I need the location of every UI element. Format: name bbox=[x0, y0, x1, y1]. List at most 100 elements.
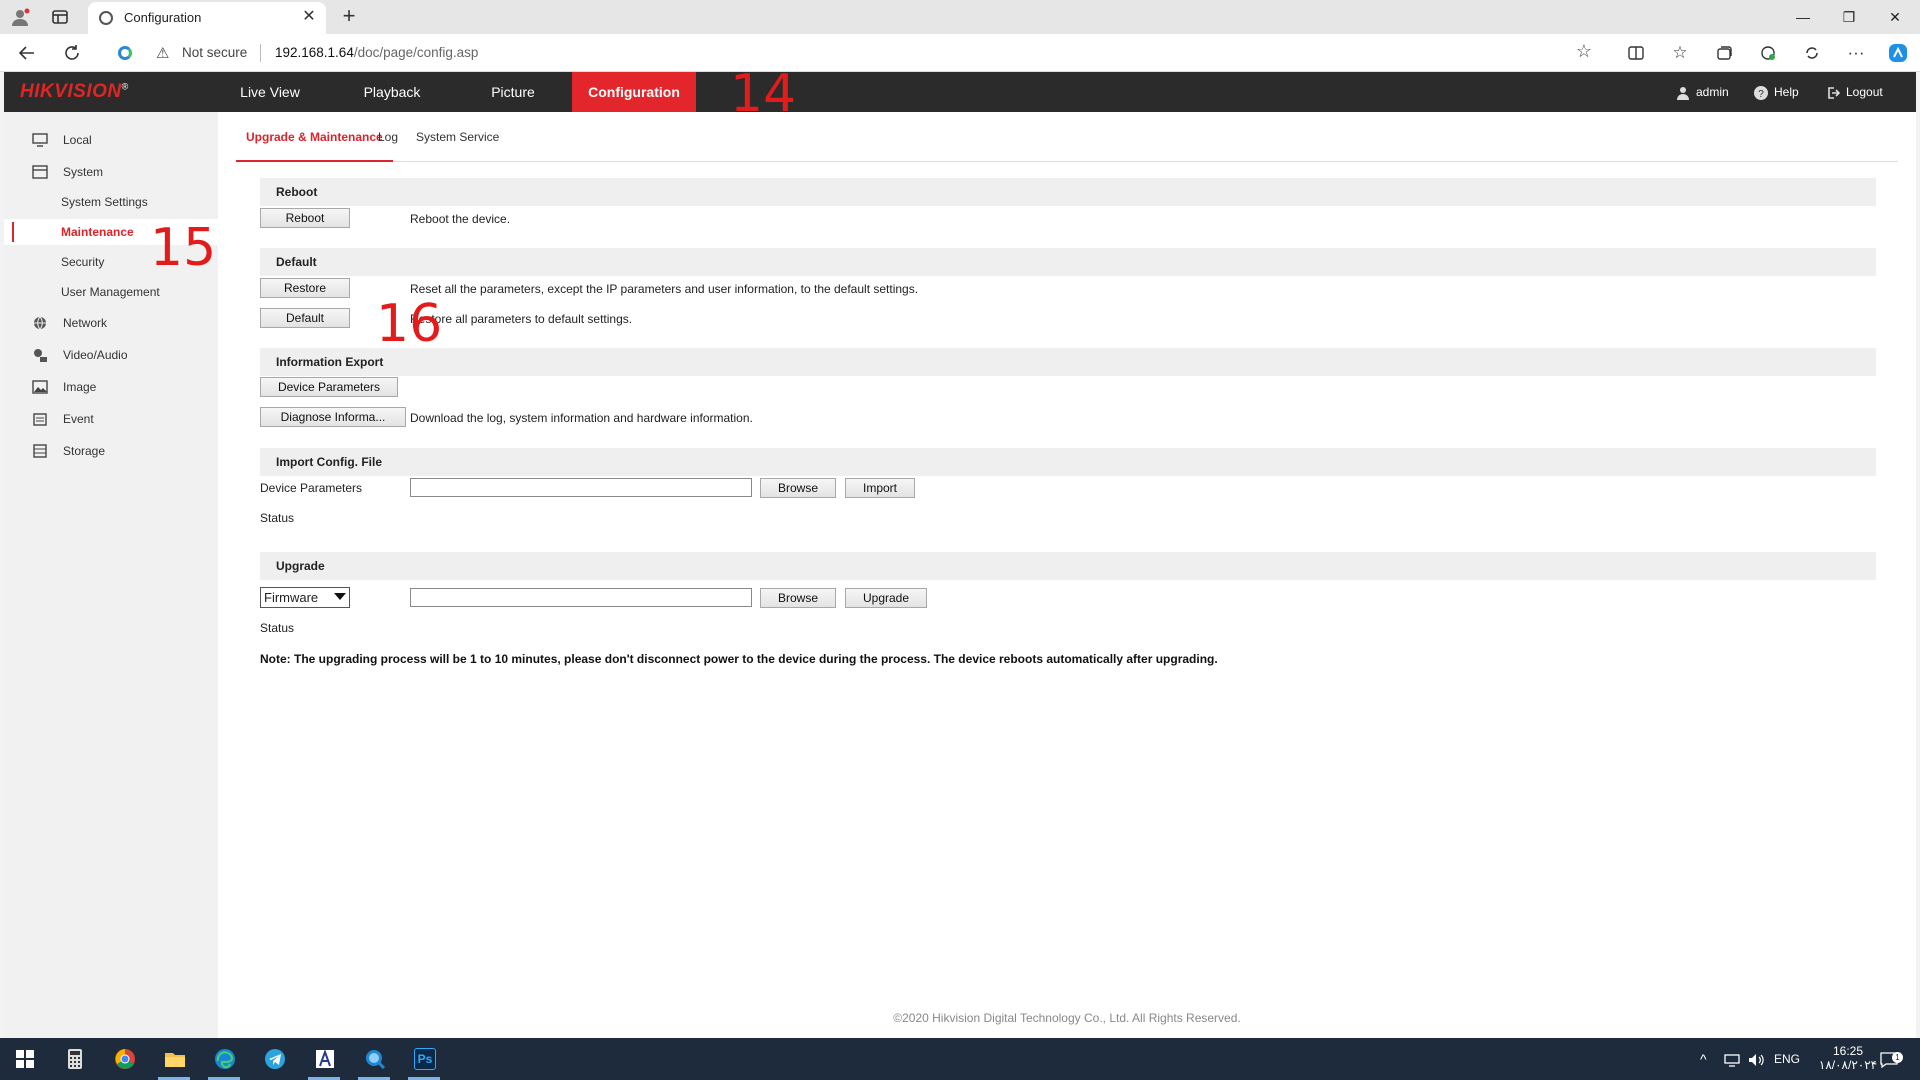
sidebar-item-label: Maintenance bbox=[61, 225, 134, 239]
sidebar-item-label: Network bbox=[63, 316, 108, 330]
more-icon[interactable]: ··· bbox=[1842, 40, 1870, 66]
upgrade-file-path-input[interactable] bbox=[410, 588, 752, 607]
section-default-header: Default bbox=[260, 248, 1876, 276]
taskbar-edge[interactable] bbox=[200, 1038, 248, 1080]
top-navigation: HIKVISION® Live View Playback Picture Co… bbox=[4, 68, 1916, 120]
network-tray-icon[interactable] bbox=[1724, 1038, 1740, 1080]
config-sidebar: Local System System Settings Maintenance… bbox=[4, 112, 218, 1038]
volume-icon[interactable] bbox=[1748, 1038, 1766, 1080]
hikvision-logo: HIKVISION® bbox=[20, 81, 129, 103]
taskbar-app[interactable] bbox=[300, 1038, 348, 1080]
chevron-down-icon bbox=[334, 593, 346, 600]
warning-icon[interactable]: ⚠ bbox=[156, 44, 169, 62]
sidebar-item-security[interactable]: Security bbox=[4, 249, 218, 275]
help-link[interactable]: ? Help bbox=[1754, 72, 1799, 112]
tab-actions-icon[interactable] bbox=[50, 7, 70, 27]
help-label: Help bbox=[1774, 85, 1799, 99]
edge-icon bbox=[215, 1049, 235, 1069]
sidebar-item-event[interactable]: Event bbox=[4, 406, 218, 432]
split-screen-icon[interactable] bbox=[1622, 40, 1650, 66]
copilot-icon[interactable] bbox=[1884, 40, 1912, 66]
taskbar-file-explorer[interactable] bbox=[150, 1038, 198, 1080]
sidebar-item-system[interactable]: System bbox=[4, 159, 218, 185]
star-icon[interactable]: ☆ bbox=[1576, 41, 1592, 62]
sidebar-item-network[interactable]: Network bbox=[4, 310, 218, 336]
logout-link[interactable]: Logout bbox=[1826, 72, 1883, 112]
nav-live-view[interactable]: Live View bbox=[222, 72, 318, 112]
chrome-icon bbox=[115, 1049, 135, 1069]
default-description: Restore all parameters to default settin… bbox=[410, 312, 633, 326]
extensions-icon[interactable] bbox=[1754, 40, 1782, 66]
browser-tab[interactable]: Configuration ✕ bbox=[88, 2, 326, 34]
tab-upgrade-maintenance[interactable]: Upgrade & Maintenance bbox=[236, 128, 393, 162]
import-file-path-input[interactable] bbox=[410, 478, 752, 497]
sidebar-item-video-audio[interactable]: Video/Audio bbox=[4, 342, 218, 368]
nav-picture[interactable]: Picture bbox=[466, 72, 560, 112]
sidebar-item-storage[interactable]: Storage bbox=[4, 438, 218, 464]
window-close-button[interactable]: ✕ bbox=[1872, 0, 1918, 34]
photoshop-icon: Ps bbox=[414, 1048, 436, 1070]
upgrade-browse-button[interactable]: Browse bbox=[760, 588, 836, 608]
nav-configuration[interactable]: Configuration bbox=[572, 72, 696, 112]
diagnose-description: Download the log, system information and… bbox=[410, 411, 753, 425]
sidebar-item-label: Video/Audio bbox=[63, 348, 128, 362]
sidebar-item-local[interactable]: Local bbox=[4, 127, 218, 153]
export-device-parameters-button[interactable]: Device Parameters bbox=[260, 377, 398, 397]
clock[interactable]: 16:25 ۱۸/۰۸/۲۰۲۴ bbox=[1818, 1038, 1878, 1080]
browser-essentials-icon[interactable] bbox=[1798, 40, 1826, 66]
restore-button[interactable]: Restore bbox=[260, 278, 350, 298]
tab-log[interactable]: Log bbox=[378, 128, 398, 162]
diagnose-information-button[interactable]: Diagnose Informa... bbox=[260, 407, 406, 427]
sidebar-item-label: Image bbox=[63, 380, 97, 394]
collections-icon[interactable] bbox=[1710, 40, 1738, 66]
sidebar-item-label: Storage bbox=[63, 444, 106, 458]
monitor-icon bbox=[32, 133, 48, 147]
tab-system-service[interactable]: System Service bbox=[416, 128, 499, 162]
annotation-marker-16: 16 bbox=[376, 294, 443, 354]
taskbar-search-app[interactable] bbox=[350, 1038, 398, 1080]
notification-center-icon[interactable]: 1 bbox=[1880, 1038, 1910, 1080]
tab-title: Configuration bbox=[124, 10, 202, 25]
upgrade-button[interactable]: Upgrade bbox=[845, 588, 927, 608]
reboot-button[interactable]: Reboot bbox=[260, 208, 350, 228]
sidebar-item-label: User Management bbox=[61, 285, 160, 299]
user-menu[interactable]: admin bbox=[1676, 72, 1729, 112]
tab-favicon-icon bbox=[99, 11, 113, 25]
nav-playback[interactable]: Playback bbox=[342, 72, 442, 112]
section-information-export-header: Information Export bbox=[260, 348, 1876, 376]
tab-close-icon[interactable]: ✕ bbox=[300, 8, 318, 26]
import-button[interactable]: Import bbox=[845, 478, 915, 498]
start-button[interactable] bbox=[0, 1038, 48, 1080]
edge-icon bbox=[118, 46, 132, 60]
tray-chevron-up-icon[interactable]: ^ bbox=[1700, 1038, 1707, 1080]
minimize-button[interactable]: — bbox=[1780, 0, 1826, 34]
taskbar-calculator[interactable] bbox=[50, 1038, 98, 1080]
sidebar-item-image[interactable]: Image bbox=[4, 374, 218, 400]
new-tab-button[interactable]: + bbox=[336, 4, 362, 30]
url-text[interactable]: 192.168.1.64/doc/page/config.asp bbox=[275, 45, 478, 60]
clock-time: 16:25 bbox=[1832, 1044, 1864, 1058]
taskbar-chrome[interactable] bbox=[100, 1038, 148, 1080]
subtab-bar: Upgrade & Maintenance Log System Service bbox=[236, 112, 1898, 162]
upgrade-type-select[interactable]: Firmware bbox=[260, 587, 350, 608]
input-language[interactable]: ENG bbox=[1774, 1038, 1800, 1080]
favorites-icon[interactable]: ☆ bbox=[1666, 40, 1694, 66]
default-button[interactable]: Default bbox=[260, 308, 350, 328]
back-icon[interactable] bbox=[13, 40, 41, 66]
user-icon bbox=[1677, 86, 1689, 100]
reload-icon[interactable] bbox=[58, 40, 86, 66]
import-device-parameters-label: Device Parameters bbox=[260, 481, 363, 495]
sidebar-item-user-management[interactable]: User Management bbox=[4, 279, 218, 305]
taskbar-photoshop[interactable]: Ps bbox=[400, 1038, 448, 1080]
import-browse-button[interactable]: Browse bbox=[760, 478, 836, 498]
security-label[interactable]: Not secure bbox=[182, 45, 247, 60]
taskbar-telegram[interactable] bbox=[250, 1038, 298, 1080]
maximize-button[interactable]: ❐ bbox=[1826, 0, 1872, 34]
url-path: /doc/page/config.asp bbox=[353, 45, 479, 60]
search-app-icon bbox=[366, 1050, 386, 1070]
sidebar-item-system-settings[interactable]: System Settings bbox=[4, 189, 218, 215]
storage-icon bbox=[33, 444, 47, 458]
address-bar[interactable]: ⚠ Not secure 192.168.1.64/doc/page/confi… bbox=[104, 38, 1604, 68]
restore-description: Reset all the parameters, except the IP … bbox=[410, 282, 919, 296]
profile-icon[interactable] bbox=[10, 7, 30, 27]
